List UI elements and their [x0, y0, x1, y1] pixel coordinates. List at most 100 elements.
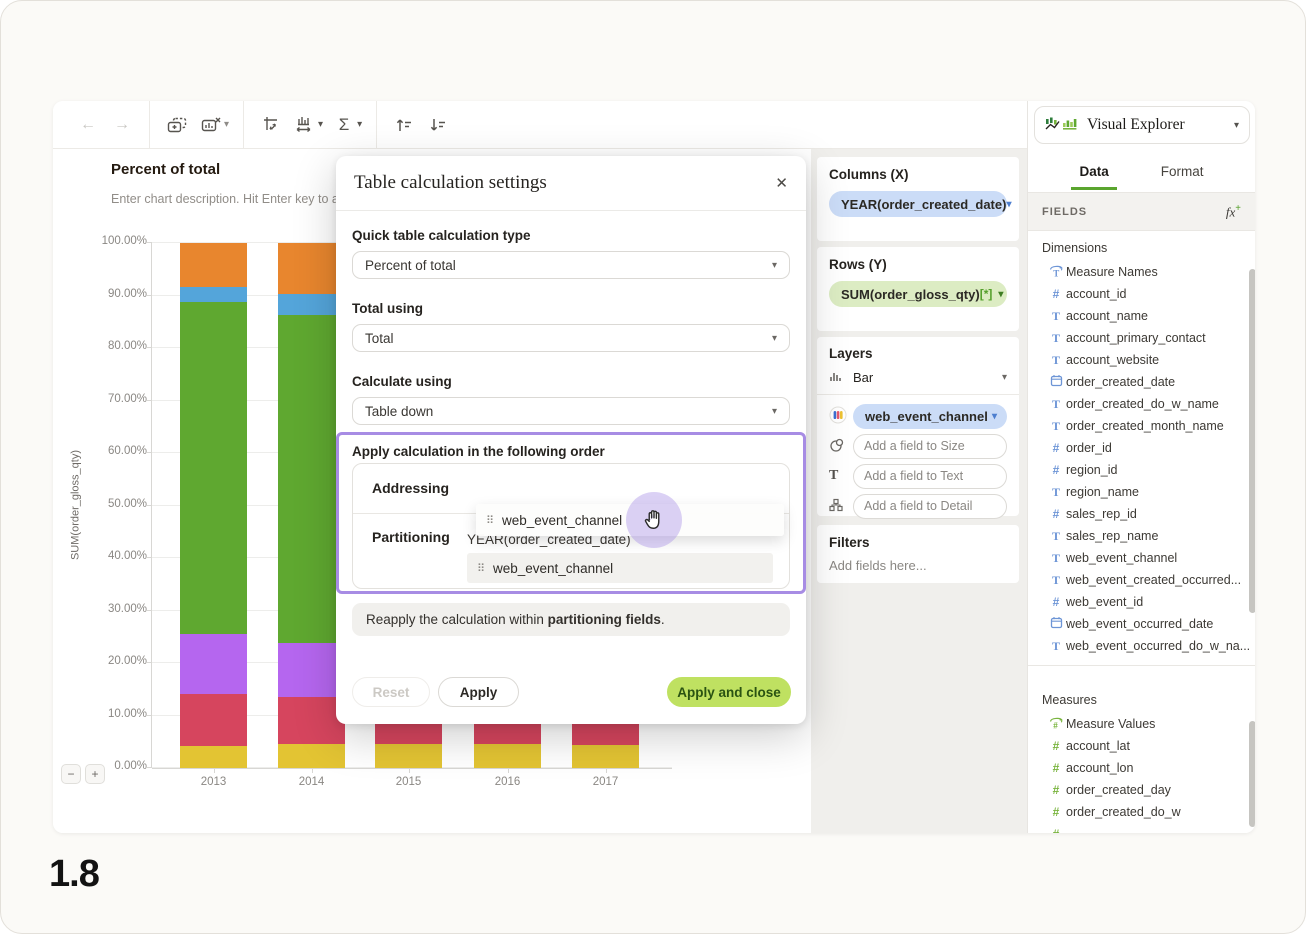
field-item[interactable]: Tweb_event_occurred_do_w_na...	[1028, 635, 1255, 657]
swap-axes-button[interactable]	[254, 108, 288, 142]
quick-calc-value: Percent of total	[365, 257, 456, 273]
bar-size-caret[interactable]: ▾	[318, 119, 323, 130]
partitioning-item[interactable]: ⠿ web_event_channel	[467, 553, 773, 583]
bar-segment-segment-1-yellow[interactable]	[180, 745, 247, 768]
detail-drop-slot[interactable]: Add a field to Detail	[853, 493, 1007, 519]
back-button[interactable]: ←	[71, 108, 105, 142]
columns-pill-label: YEAR(order_created_date)	[841, 196, 1007, 212]
quick-calc-label: Quick table calculation type	[352, 228, 531, 243]
y-tick-label: 30.00%	[107, 602, 147, 615]
columns-pill-caret[interactable]: ▾	[1006, 199, 1011, 210]
stacked-bar-2013[interactable]	[180, 242, 247, 768]
x-axis-line	[152, 768, 672, 769]
field-item[interactable]: Tregion_name	[1028, 481, 1255, 503]
columns-pill[interactable]: YEAR(order_created_date) ▾	[829, 191, 1011, 217]
y-tick-label: 100.00%	[101, 235, 147, 247]
sort-ascending-button[interactable]	[387, 108, 421, 142]
zoom-in-button[interactable]: +	[85, 764, 105, 784]
close-icon[interactable]: ✕	[775, 174, 788, 192]
measures-scrollbar[interactable]	[1249, 721, 1255, 827]
layer-type-caret[interactable]: ▾	[1002, 372, 1007, 383]
field-item[interactable]: web_event_occurred_date	[1028, 613, 1255, 635]
tab-data[interactable]: Data	[1071, 152, 1118, 190]
stacked-bar-2014[interactable]	[278, 243, 345, 768]
bar-segment-segment-5-blue[interactable]	[180, 287, 247, 303]
quick-calc-select[interactable]: Percent of total ▾	[352, 251, 790, 279]
field-item[interactable]: # region_id	[1028, 459, 1255, 481]
filters-drop-zone[interactable]: Add fields here...	[829, 558, 1007, 573]
tab-format[interactable]: Format	[1159, 152, 1206, 189]
dimensions-scrollbar[interactable]	[1249, 269, 1255, 613]
text-type-icon: T	[1051, 308, 1060, 323]
text-type-icon: T	[1051, 484, 1060, 499]
field-item[interactable]: Tweb_event_channel	[1028, 547, 1255, 569]
apply-and-close-button[interactable]: Apply and close	[667, 677, 791, 707]
color-pill[interactable]: web_event_channel ▾	[853, 403, 1007, 429]
zoom-out-button[interactable]: −	[61, 764, 81, 784]
field-item-label: account_name	[1066, 309, 1149, 323]
forward-button[interactable]: →	[105, 108, 139, 142]
field-item[interactable]: Tsales_rep_name	[1028, 525, 1255, 547]
add-chart-button[interactable]	[160, 108, 194, 142]
field-item[interactable]: Taccount_website	[1028, 349, 1255, 371]
field-item[interactable]: # sales_rep_id	[1028, 503, 1255, 525]
calculate-using-select[interactable]: Table down ▾	[352, 397, 790, 425]
bar-segment-segment-2-red[interactable]	[180, 694, 247, 746]
bar-segment-segment-3-purple[interactable]	[278, 643, 345, 697]
bar-segment-segment-6-orange[interactable]	[278, 243, 345, 294]
bar-segment-segment-1-yellow[interactable]	[375, 743, 442, 768]
bar-segment-segment-1-yellow[interactable]	[474, 744, 541, 768]
field-item[interactable]: #	[1028, 823, 1255, 833]
bar-segment-segment-1-yellow[interactable]	[572, 744, 639, 768]
field-item[interactable]: Torder_created_month_name	[1028, 415, 1255, 437]
app-switcher-caret: ▾	[1233, 119, 1239, 131]
color-encoding-row: web_event_channel ▾	[829, 401, 1007, 431]
add-calculated-field-button[interactable]: fx+	[1226, 203, 1241, 220]
bar-segment-segment-1-yellow[interactable]	[278, 744, 345, 768]
filters-label: Filters	[829, 535, 870, 550]
field-item[interactable]: Taccount_name	[1028, 305, 1255, 327]
bar-segment-segment-4-green[interactable]	[180, 302, 247, 635]
field-item[interactable]: Taccount_primary_contact	[1028, 327, 1255, 349]
field-item[interactable]: order_created_date	[1028, 371, 1255, 393]
drag-handle-icon[interactable]: ⠿	[476, 514, 502, 527]
reset-button[interactable]: Reset	[352, 677, 430, 707]
bar-segment-segment-3-purple[interactable]	[180, 634, 247, 695]
size-drop-slot[interactable]: Add a field to Size	[853, 433, 1007, 459]
field-item[interactable]: # order_created_do_w	[1028, 801, 1255, 823]
remove-chart-button[interactable]	[194, 108, 228, 142]
chart-title[interactable]: Percent of total	[111, 161, 220, 178]
field-item[interactable]: # order_id	[1028, 437, 1255, 459]
rows-pill[interactable]: SUM(order_gloss_qty) [*] ▾	[829, 281, 1007, 307]
remove-chart-caret[interactable]: ▾	[224, 119, 229, 130]
quick-calc-caret: ▾	[771, 259, 777, 271]
field-item[interactable]: # web_event_id	[1028, 591, 1255, 613]
field-item[interactable]: # account_lat	[1028, 735, 1255, 757]
field-item[interactable]: # account_lon	[1028, 757, 1255, 779]
drag-handle-icon[interactable]: ⠿	[467, 562, 493, 575]
field-item[interactable]: Tweb_event_created_occurred...	[1028, 569, 1255, 591]
field-item[interactable]: # Measure Values	[1028, 713, 1255, 735]
bar-segment-segment-4-green[interactable]	[278, 315, 345, 644]
total-using-select[interactable]: Total ▾	[352, 324, 790, 352]
field-item[interactable]: T Measure Names	[1028, 261, 1255, 283]
bar-size-button[interactable]	[288, 108, 322, 142]
rows-pill-caret[interactable]: ▾	[998, 289, 1003, 300]
bar-segment-segment-5-blue[interactable]	[278, 293, 345, 316]
text-drop-slot[interactable]: Add a field to Text	[853, 463, 1007, 489]
apply-button[interactable]: Apply	[438, 677, 519, 707]
aggregate-caret[interactable]: ▾	[357, 119, 362, 130]
layer-type-row[interactable]: Bar ▾	[817, 365, 1019, 395]
field-item[interactable]: # order_created_day	[1028, 779, 1255, 801]
aggregate-button[interactable]: Σ	[327, 108, 361, 142]
field-item[interactable]: # account_id	[1028, 283, 1255, 305]
field-item[interactable]: Torder_created_do_w_name	[1028, 393, 1255, 415]
color-pill-caret[interactable]: ▾	[992, 411, 997, 422]
app-switcher-button[interactable]: Visual Explorer ▾	[1034, 106, 1250, 144]
y-tick-label: 40.00%	[107, 550, 147, 562]
bar-segment-segment-2-red[interactable]	[278, 696, 345, 745]
sort-descending-button[interactable]	[421, 108, 455, 142]
field-item-label: region_id	[1066, 463, 1118, 477]
x-tick-label: 2017	[592, 776, 619, 788]
bar-segment-segment-6-orange[interactable]	[180, 242, 247, 288]
